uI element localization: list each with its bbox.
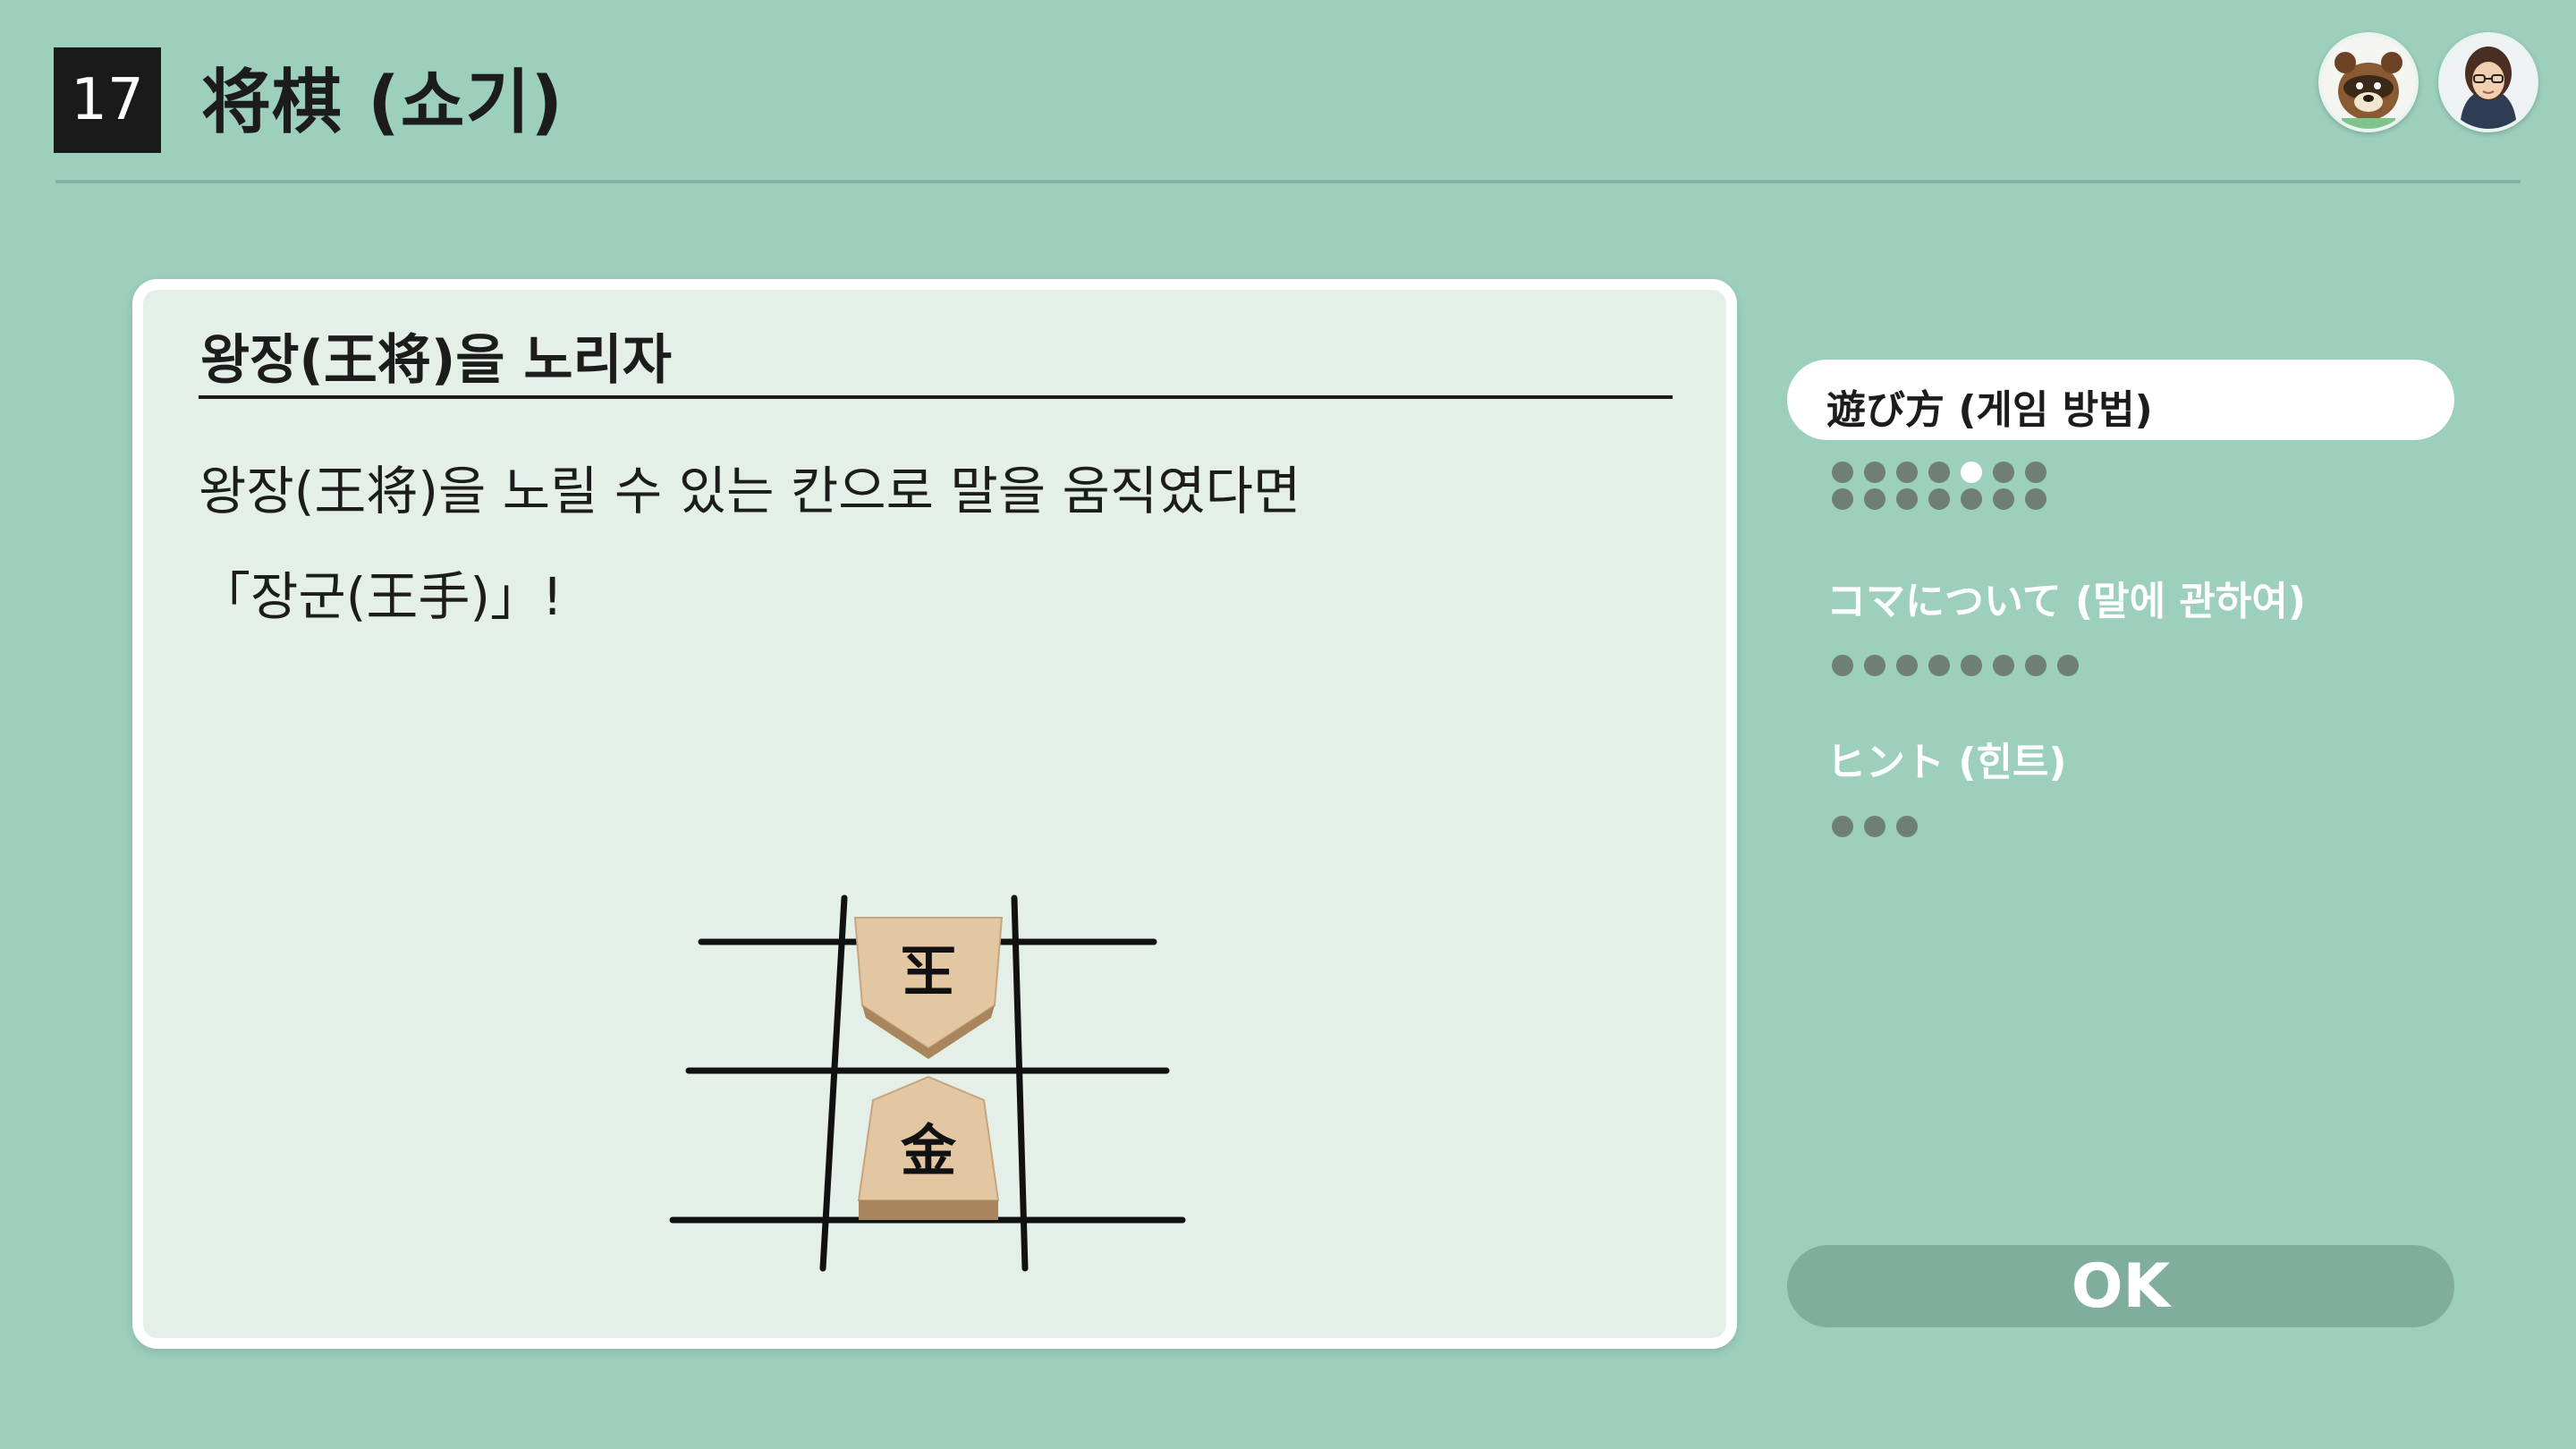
page-dot [1832,816,1853,837]
menu-item-how-to-play[interactable]: 遊び方 (게임 방법) [1787,360,2454,440]
page-dot [1864,655,1885,676]
page-dot [1896,462,1918,483]
menu-item-hints[interactable]: ヒント (힌트) [1826,730,2067,787]
gold-general-piece-player: 金 [857,1075,1000,1220]
page-dots-pieces [1832,655,2089,676]
page-dot [1961,488,1982,510]
page-dot [1928,462,1950,483]
page-dot [1864,462,1885,483]
page-dot [1928,655,1950,676]
current-page-dot [1961,462,1982,483]
page-dot [1896,488,1918,510]
panel-title-rule [199,395,1673,399]
player-avatar-icon [2438,32,2538,132]
page-dot [1864,488,1885,510]
panel-title: 왕장(王将)을 노리자 [200,329,672,392]
game-title: 将棋 (쇼기) [201,63,564,143]
shogi-board-illustration-main: 玉 金 [660,869,1233,1317]
page-dots-how-to-play [1832,462,2057,510]
page-dot [1993,488,2014,510]
page-dot [2025,655,2046,676]
game-number-badge: 17 [54,47,161,153]
page-dot [2025,488,2046,510]
instruction-line-2: 「장군(王手)」! [199,566,564,627]
instruction-line-1: 왕장(王将)을 노릴 수 있는 칸으로 말을 움직였다면 [199,461,1301,521]
page-dot [1896,655,1918,676]
tom-nook-avatar-icon [2318,32,2419,132]
page-dot [1864,816,1885,837]
header-divider [55,180,2521,183]
page-dot [1993,655,2014,676]
king-piece-opponent: 玉 [853,917,1004,1059]
page-dots-hints [1832,816,1928,837]
svg-text:玉: 玉 [901,936,956,1002]
page-dot [1832,655,1853,676]
page-dot [2057,655,2079,676]
page-dot [1832,488,1853,510]
page-dot [1961,655,1982,676]
page-dot [1993,462,2014,483]
ok-button[interactable]: OK [1787,1245,2454,1327]
menu-item-pieces[interactable]: コマについて (말에 관하여) [1826,569,2306,626]
page-dot [2025,462,2046,483]
menu-label-how-to-play: 遊び方 (게임 방법) [1826,387,2153,433]
page-dot [1832,462,1853,483]
page-dot [1928,488,1950,510]
page-dot [1896,816,1918,837]
svg-text:金: 金 [900,1118,957,1183]
